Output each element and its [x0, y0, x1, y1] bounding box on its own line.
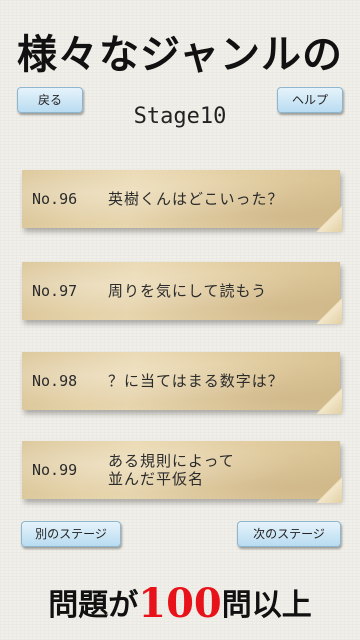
page-curl [316, 388, 342, 414]
question-title: 周りを気にして読もう [108, 282, 268, 300]
footer-suffix: 問以上 [221, 588, 312, 623]
question-title: ？に当てはまる数字は？ [108, 372, 284, 390]
promo-headline: 様々なジャンルの [17, 32, 343, 78]
question-title: ある規則によって 並んだ平仮名 [108, 452, 288, 488]
other-stage-button[interactable]: 別のステージ [21, 521, 121, 547]
question-number: No.97 [32, 282, 78, 300]
question-title: 英樹くんはどこいった？ [108, 190, 284, 208]
question-number: No.96 [32, 190, 78, 208]
next-stage-button[interactable]: 次のステージ [237, 521, 341, 547]
question-number: No.98 [32, 372, 78, 390]
question-card-99[interactable]: No.99 ある規則によって 並んだ平仮名 [22, 441, 342, 503]
page-curl [316, 477, 342, 503]
question-title-line1: ある規則によって [108, 452, 235, 470]
stage-title: Stage10 [133, 104, 227, 129]
footer-count: 100 [138, 580, 222, 627]
question-card-97[interactable]: No.97 周りを気にして読もう [22, 262, 342, 324]
question-card-96[interactable]: No.96 英樹くんはどこいった？ [22, 170, 342, 232]
question-card-98[interactable]: No.98 ？に当てはまる数字は？ [22, 352, 342, 414]
promo-footer: 問題が100問以上 [0, 580, 360, 627]
page-curl [316, 206, 342, 232]
page-curl [316, 298, 342, 324]
question-title-line2: 並んだ平仮名 [108, 470, 205, 488]
footer-prefix: 問題が [48, 588, 139, 623]
question-number: No.99 [32, 461, 78, 479]
